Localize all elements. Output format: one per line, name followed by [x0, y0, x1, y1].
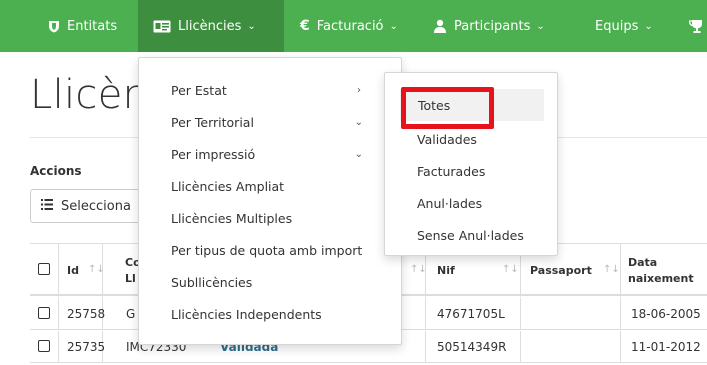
- chevron-down-icon: ⌄: [389, 20, 398, 32]
- submenu-item-anullades[interactable]: Anul·lades: [385, 187, 557, 219]
- column-divider: [58, 298, 59, 330]
- nav-item-equips[interactable]: Equips ⌄: [595, 0, 653, 52]
- nav-label-equips: Equips: [595, 18, 639, 34]
- sort-icon[interactable]: ↑↓: [410, 264, 427, 275]
- row-checkbox[interactable]: [38, 340, 50, 352]
- submenu-item-sense-anullades[interactable]: Sense Anul·lades: [385, 219, 557, 251]
- menu-item-label: Llicències Multiples: [171, 210, 293, 226]
- nav-item-participants[interactable]: Participants ⌄: [433, 0, 545, 52]
- chevron-down-icon: ⌄: [354, 116, 363, 128]
- submenu-item-label: Validades: [417, 131, 477, 147]
- nav-label-facturacio: Facturació: [316, 18, 384, 34]
- submenu-item-label: Facturades: [417, 163, 486, 179]
- column-divider: [620, 331, 621, 363]
- column-header-naixement-top[interactable]: Data: [628, 256, 657, 269]
- menu-item-label: Per Territorial: [171, 114, 254, 130]
- chevron-right-icon: ›: [357, 84, 361, 96]
- menu-item-per-impressio[interactable]: Per impressió ⌄: [139, 138, 401, 170]
- chevron-down-icon: ⌄: [354, 148, 363, 160]
- menu-item-label: Per impressió: [171, 146, 256, 162]
- chevron-down-icon: ⌄: [536, 20, 545, 32]
- sort-icon[interactable]: ↑↓: [88, 264, 105, 275]
- chevron-down-icon: ⌄: [644, 20, 653, 32]
- nav-item-facturacio[interactable]: € Facturació ⌄: [300, 0, 398, 52]
- row-id: 25735: [67, 340, 106, 354]
- menu-item-label: Per Estat: [171, 82, 227, 98]
- chevron-down-icon: ⌄: [247, 20, 256, 32]
- sort-icon[interactable]: ↑↓: [603, 264, 620, 275]
- column-divider: [58, 331, 59, 363]
- submenu-item-totes[interactable]: Totes: [400, 89, 544, 121]
- accions-label: Accions: [30, 164, 82, 178]
- nav-item-trophy[interactable]: [689, 0, 707, 52]
- trophy-icon: [689, 19, 705, 33]
- menu-item-label: Llicències Independents: [171, 306, 322, 322]
- column-divider: [425, 331, 426, 363]
- row-naixement: 11-01-2012: [631, 340, 701, 354]
- nav-label-entitats: Entitats: [67, 18, 118, 34]
- list-icon: [41, 199, 53, 213]
- submenu-item-label: Totes: [418, 97, 451, 113]
- menu-item-subllicencies[interactable]: Subllicències: [139, 266, 401, 298]
- row-naixement: 18-06-2005: [631, 307, 701, 321]
- column-divider: [58, 244, 59, 297]
- row-code: G: [126, 307, 136, 321]
- menu-item-label: Subllicències: [171, 274, 253, 290]
- per-estat-submenu: Totes Validades Facturades Anul·lades Se…: [384, 72, 558, 256]
- menu-item-llicencies-independents[interactable]: Llicències Independents: [139, 298, 401, 330]
- column-header-code-bottom[interactable]: Ll: [125, 272, 136, 285]
- menu-item-llicencies-multiples[interactable]: Llicències Multiples: [139, 202, 401, 234]
- id-card-icon: [153, 20, 171, 33]
- select-actions-label: Selecciona: [61, 198, 131, 214]
- submenu-item-label: Sense Anul·lades: [417, 227, 524, 243]
- column-divider: [520, 331, 521, 363]
- row-id: 25758: [67, 307, 106, 321]
- sort-icon[interactable]: ↑↓: [502, 264, 519, 275]
- column-divider: [520, 298, 521, 330]
- menu-item-per-estat[interactable]: Per Estat ›: [139, 74, 401, 106]
- llicencies-dropdown-menu: Per Estat › Per Territorial ⌄ Per impres…: [138, 57, 402, 345]
- column-header-id[interactable]: Id: [67, 264, 79, 277]
- column-header-passaport[interactable]: Passaport: [530, 264, 592, 277]
- nav-item-entitats[interactable]: Entitats: [48, 0, 117, 52]
- top-navbar: Entitats Llicències ⌄ € Facturació ⌄ Par…: [0, 0, 707, 52]
- submenu-item-validades[interactable]: Validades: [385, 123, 557, 155]
- row-nif: 47671705L: [437, 307, 505, 321]
- menu-item-llicencies-ampliat[interactable]: Llicències Ampliat: [139, 170, 401, 202]
- menu-item-per-territorial[interactable]: Per Territorial ⌄: [139, 106, 401, 138]
- menu-item-label: Llicències Ampliat: [171, 178, 285, 194]
- menu-item-label: Per tipus de quota amb import: [171, 242, 363, 258]
- column-divider: [620, 244, 621, 297]
- row-checkbox[interactable]: [38, 307, 50, 319]
- column-header-nif[interactable]: Nif: [437, 264, 455, 277]
- column-divider: [425, 298, 426, 330]
- column-header-naixement-bottom[interactable]: naixement: [628, 272, 694, 285]
- user-icon: [433, 19, 447, 33]
- nav-label-llicencies: Llicències: [178, 18, 242, 34]
- euro-icon: €: [300, 18, 310, 34]
- submenu-item-label: Anul·lades: [417, 195, 483, 211]
- column-divider: [620, 298, 621, 330]
- shield-icon: [48, 20, 60, 33]
- row-nif: 50514349R: [437, 340, 507, 354]
- nav-item-llicencies[interactable]: Llicències ⌄: [138, 0, 284, 52]
- nav-label-participants: Participants: [454, 18, 531, 34]
- submenu-item-facturades[interactable]: Facturades: [385, 155, 557, 187]
- menu-item-per-tipus-quota[interactable]: Per tipus de quota amb import: [139, 234, 401, 266]
- select-all-checkbox[interactable]: [38, 263, 50, 275]
